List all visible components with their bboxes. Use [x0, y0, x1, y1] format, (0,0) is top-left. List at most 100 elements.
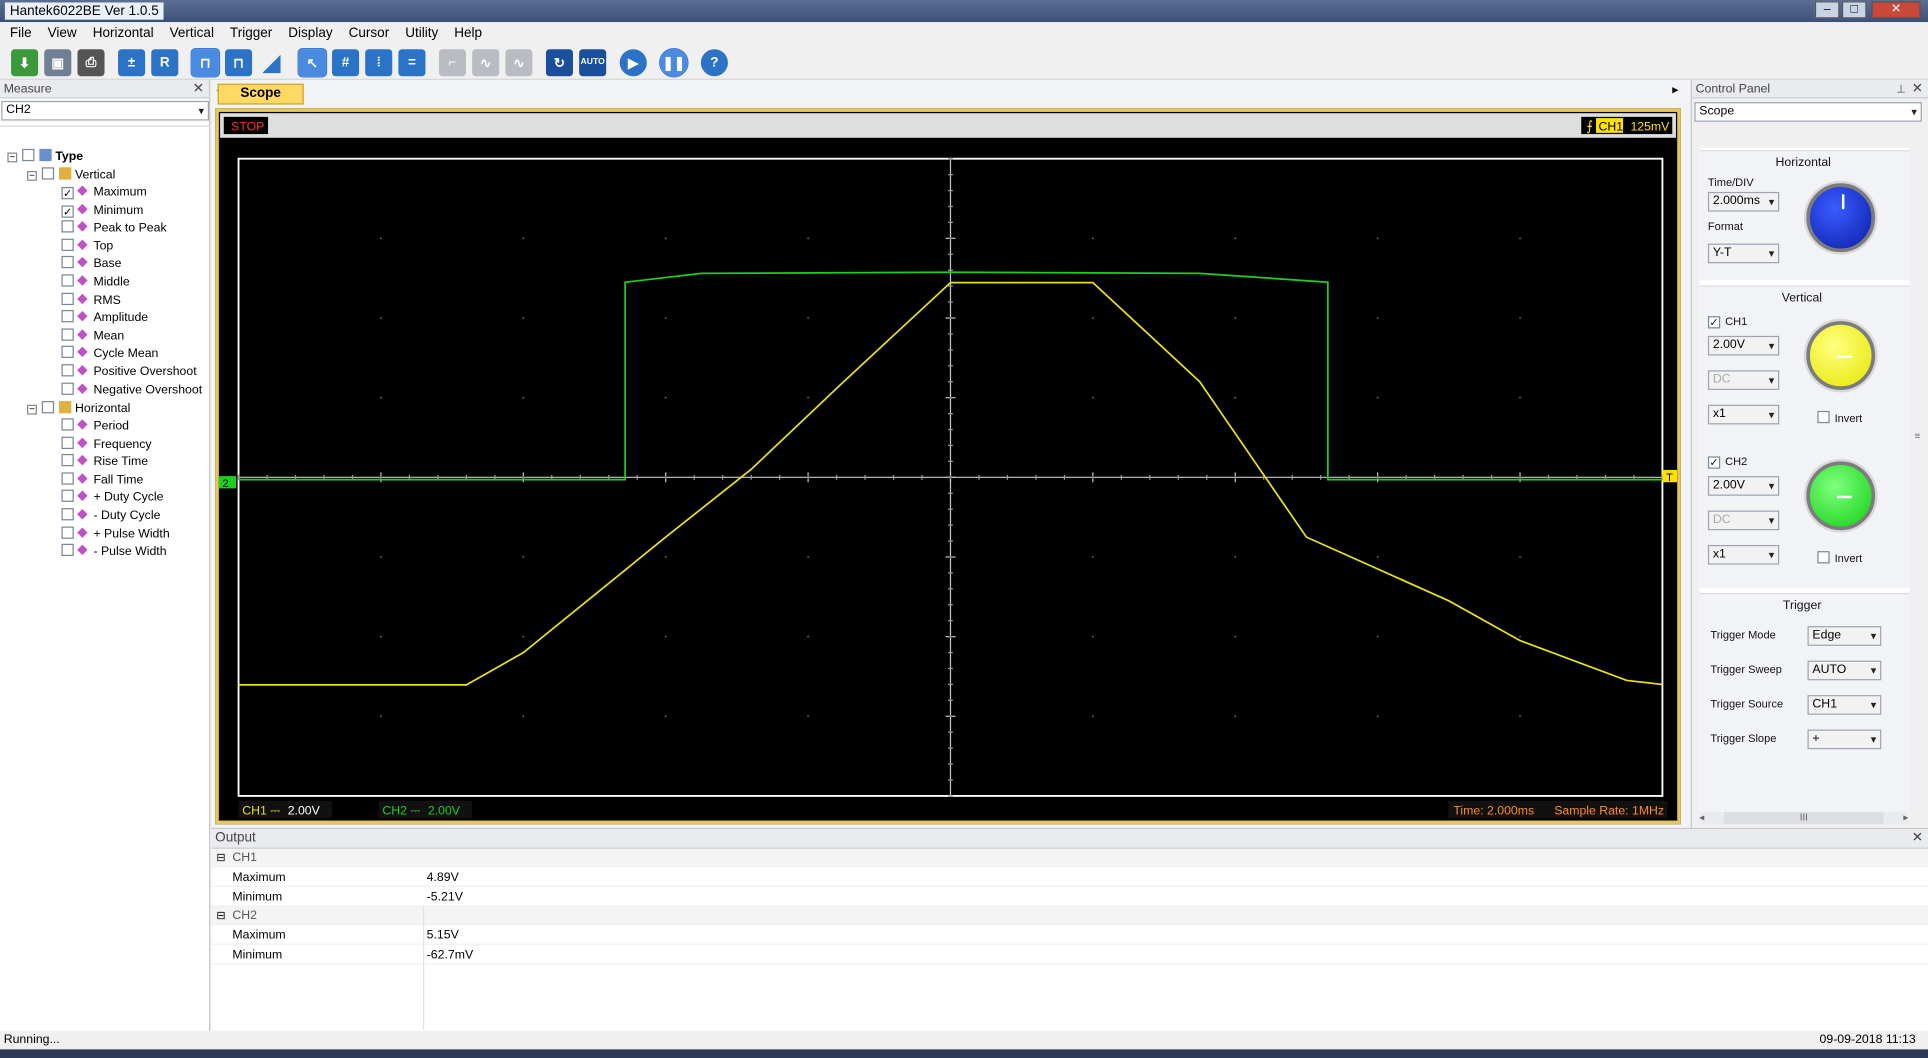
collapse-icon[interactable]: − — [7, 152, 18, 163]
measure-checkbox[interactable] — [61, 490, 74, 503]
output-group-row[interactable]: ⊟ CH2 — [211, 906, 1928, 926]
trigger-sweep-select[interactable]: AUTO — [1807, 660, 1882, 681]
close-icon[interactable]: ✕ — [1912, 829, 1923, 847]
measure-item[interactable]: + Duty Cycle — [61, 490, 163, 507]
measure-checkbox[interactable] — [61, 310, 74, 323]
pointer-icon[interactable]: ↖ — [297, 47, 328, 78]
vertical-cursor-icon[interactable]: ⦙ — [365, 49, 393, 77]
math-icon[interactable]: ± — [118, 49, 146, 77]
ch2-probe-select[interactable]: x1 — [1707, 544, 1780, 565]
measure-item[interactable]: Amplitude — [61, 310, 148, 327]
tree-group-horizontal[interactable]: − Horizontal — [27, 401, 130, 418]
maximize-button[interactable]: □ — [1841, 1, 1867, 19]
measure-checkbox[interactable] — [61, 256, 74, 269]
measure-item[interactable]: ✓ Maximum — [61, 185, 147, 202]
collapse-icon[interactable]: − — [27, 170, 37, 181]
help-icon[interactable]: ? — [700, 49, 728, 77]
trigger-slope-select[interactable]: + — [1807, 729, 1882, 750]
save-icon[interactable]: ▣ — [44, 49, 72, 77]
horizontal-group-checkbox[interactable] — [41, 401, 55, 414]
ch2-enable-checkbox[interactable]: ✓ — [1707, 456, 1721, 469]
pause-icon[interactable]: ❚❚ — [659, 47, 689, 78]
menu-trigger[interactable]: Trigger — [224, 22, 279, 45]
measure-checkbox[interactable] — [61, 472, 74, 485]
horizontal-cursor-icon[interactable]: = — [398, 49, 426, 77]
wave-icon[interactable]: ∿ — [505, 49, 533, 77]
print-icon[interactable]: ⎙ — [77, 49, 105, 77]
scrollbar-grip-icon[interactable]: ≡ — [1914, 431, 1920, 442]
trigger-mode-select[interactable]: Edge — [1807, 626, 1882, 646]
menu-utility[interactable]: Utility — [399, 22, 444, 45]
measure-item[interactable]: RMS — [61, 292, 121, 309]
measure-item[interactable]: + Pulse Width — [61, 526, 170, 543]
control-panel-vscrollbar[interactable]: ≡ — [1913, 147, 1926, 808]
measure-item[interactable]: Rise Time — [61, 454, 148, 471]
measure-item[interactable]: Positive Overshoot — [61, 364, 197, 381]
pulse-icon[interactable]: ⊓ — [225, 49, 253, 77]
measure-checkbox[interactable] — [61, 328, 74, 341]
measure-checkbox[interactable] — [61, 418, 74, 431]
ch1-volts-select[interactable]: 2.00V — [1707, 335, 1780, 356]
ch2-invert-checkbox[interactable] — [1817, 551, 1830, 564]
output-group-row[interactable]: ⊟ CH1 — [211, 848, 1928, 868]
ch1-volts-knob[interactable] — [1806, 321, 1876, 390]
measure-item[interactable]: Peak to Peak — [61, 220, 167, 237]
measure-checkbox[interactable] — [61, 238, 74, 251]
ch1-coupling-select[interactable]: DC — [1707, 370, 1780, 390]
menu-file[interactable]: File — [4, 22, 38, 45]
measure-channel-select[interactable]: CH2 — [1, 100, 210, 121]
menu-help[interactable]: Help — [448, 22, 488, 45]
close-window-button[interactable]: ✕ — [1871, 1, 1921, 19]
ch1-invert-checkbox[interactable] — [1817, 410, 1830, 424]
measure-checkbox[interactable] — [61, 526, 74, 539]
ramp-icon[interactable]: ◢ — [258, 49, 285, 76]
play-icon[interactable]: ▶ — [619, 49, 647, 77]
measure-checkbox[interactable] — [61, 364, 74, 377]
measure-checkbox[interactable] — [61, 382, 74, 395]
time-div-select[interactable]: 2.000ms — [1707, 191, 1780, 212]
measure-item[interactable]: - Pulse Width — [61, 543, 167, 561]
measure-checkbox[interactable] — [61, 346, 74, 359]
measure-item[interactable]: Cycle Mean — [61, 346, 158, 363]
measure-item[interactable]: Frequency — [61, 436, 152, 453]
sine-icon[interactable]: ∿ — [472, 49, 500, 77]
tab-scope[interactable]: Scope — [217, 83, 304, 105]
menu-cursor[interactable]: Cursor — [342, 22, 395, 45]
measure-checkbox[interactable] — [61, 543, 74, 557]
collapse-icon[interactable]: ⊟ — [216, 907, 225, 925]
measure-checkbox[interactable] — [61, 454, 74, 467]
measure-item[interactable]: Negative Overshoot — [61, 382, 202, 399]
control-mode-select[interactable]: Scope — [1694, 102, 1922, 122]
measure-item[interactable]: Base — [61, 256, 121, 273]
measure-item[interactable]: - Duty Cycle — [61, 508, 160, 525]
open-icon[interactable]: ⬇ — [11, 49, 39, 77]
ch2-volts-select[interactable]: 2.00V — [1707, 476, 1780, 496]
trigger-source-select[interactable]: CH1 — [1807, 695, 1882, 715]
close-icon[interactable]: ✕ — [193, 80, 204, 98]
control-panel-hscrollbar[interactable]: ◂ III ▸ — [1699, 811, 1909, 825]
measure-checkbox[interactable] — [61, 274, 74, 287]
measure-checkbox[interactable] — [61, 292, 74, 305]
vertical-group-checkbox[interactable] — [41, 167, 55, 180]
square-wave-icon[interactable]: ⊓ — [190, 47, 221, 78]
measure-checkbox[interactable] — [61, 508, 74, 521]
collapse-icon[interactable]: − — [27, 404, 37, 415]
measure-item[interactable]: Mean — [61, 328, 124, 345]
menu-display[interactable]: Display — [282, 22, 339, 45]
type-checkbox[interactable] — [22, 148, 35, 162]
menu-vertical[interactable]: Vertical — [163, 22, 220, 45]
close-icon[interactable]: ✕ — [1912, 80, 1923, 98]
ch2-volts-knob[interactable] — [1806, 461, 1876, 531]
ch1-probe-select[interactable]: x1 — [1707, 404, 1780, 425]
timebase-knob[interactable] — [1806, 183, 1876, 253]
ch1-enable-checkbox[interactable]: ✓ — [1707, 316, 1721, 329]
hscroll-thumb[interactable]: III — [1723, 811, 1884, 825]
format-select[interactable]: Y-T — [1707, 243, 1780, 264]
scroll-right-icon[interactable]: ▸ — [1903, 812, 1908, 824]
menu-view[interactable]: View — [41, 22, 82, 45]
reference-icon[interactable]: R — [151, 49, 179, 77]
tree-group-vertical[interactable]: − Vertical — [27, 167, 115, 184]
refresh-icon[interactable]: ↻ — [545, 49, 573, 77]
pin-icon[interactable]: ⊥ — [1896, 80, 1906, 98]
grid-icon[interactable]: # — [331, 49, 360, 77]
